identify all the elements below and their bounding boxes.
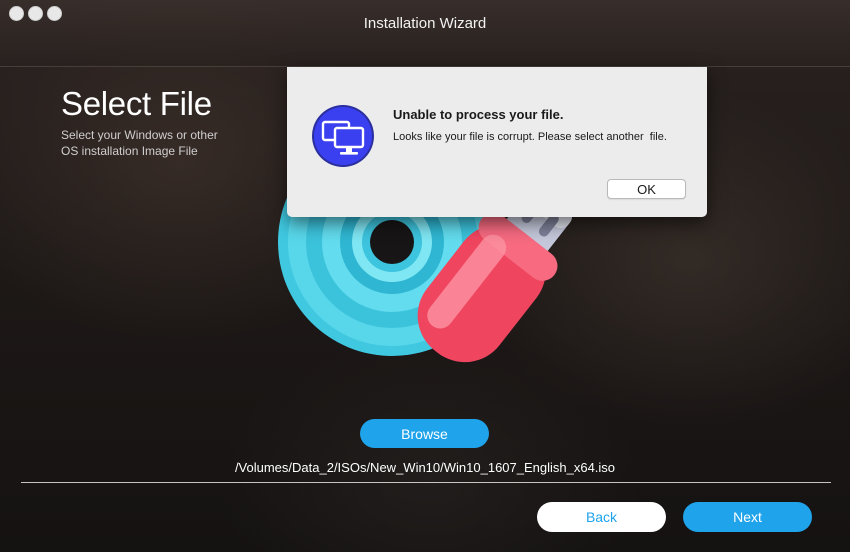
installation-wizard-window: Installation Wizard Select File Select y… bbox=[0, 0, 850, 552]
window-title: Installation Wizard bbox=[363, 15, 487, 32]
next-button[interactable]: Next bbox=[683, 502, 812, 532]
title-bar: Installation Wizard bbox=[0, 0, 850, 67]
page-title: Select File bbox=[61, 85, 212, 122]
footer-divider bbox=[21, 482, 831, 483]
ok-button[interactable]: OK bbox=[607, 179, 686, 199]
browse-button[interactable]: Browse bbox=[360, 419, 489, 448]
alert-title: Unable to process your file. bbox=[393, 107, 564, 122]
alert-message: Looks like your file is corrupt. Please … bbox=[393, 131, 667, 143]
error-alert-sheet: Unable to process your file. Looks like … bbox=[287, 67, 707, 217]
page-subtitle: Select your Windows or other OS installa… bbox=[61, 128, 218, 158]
app-monitors-icon bbox=[312, 105, 374, 167]
back-button[interactable]: Back bbox=[537, 502, 666, 532]
selected-file-path: /Volumes/Data_2/ISOs/New_Win10/Win10_160… bbox=[234, 460, 616, 475]
